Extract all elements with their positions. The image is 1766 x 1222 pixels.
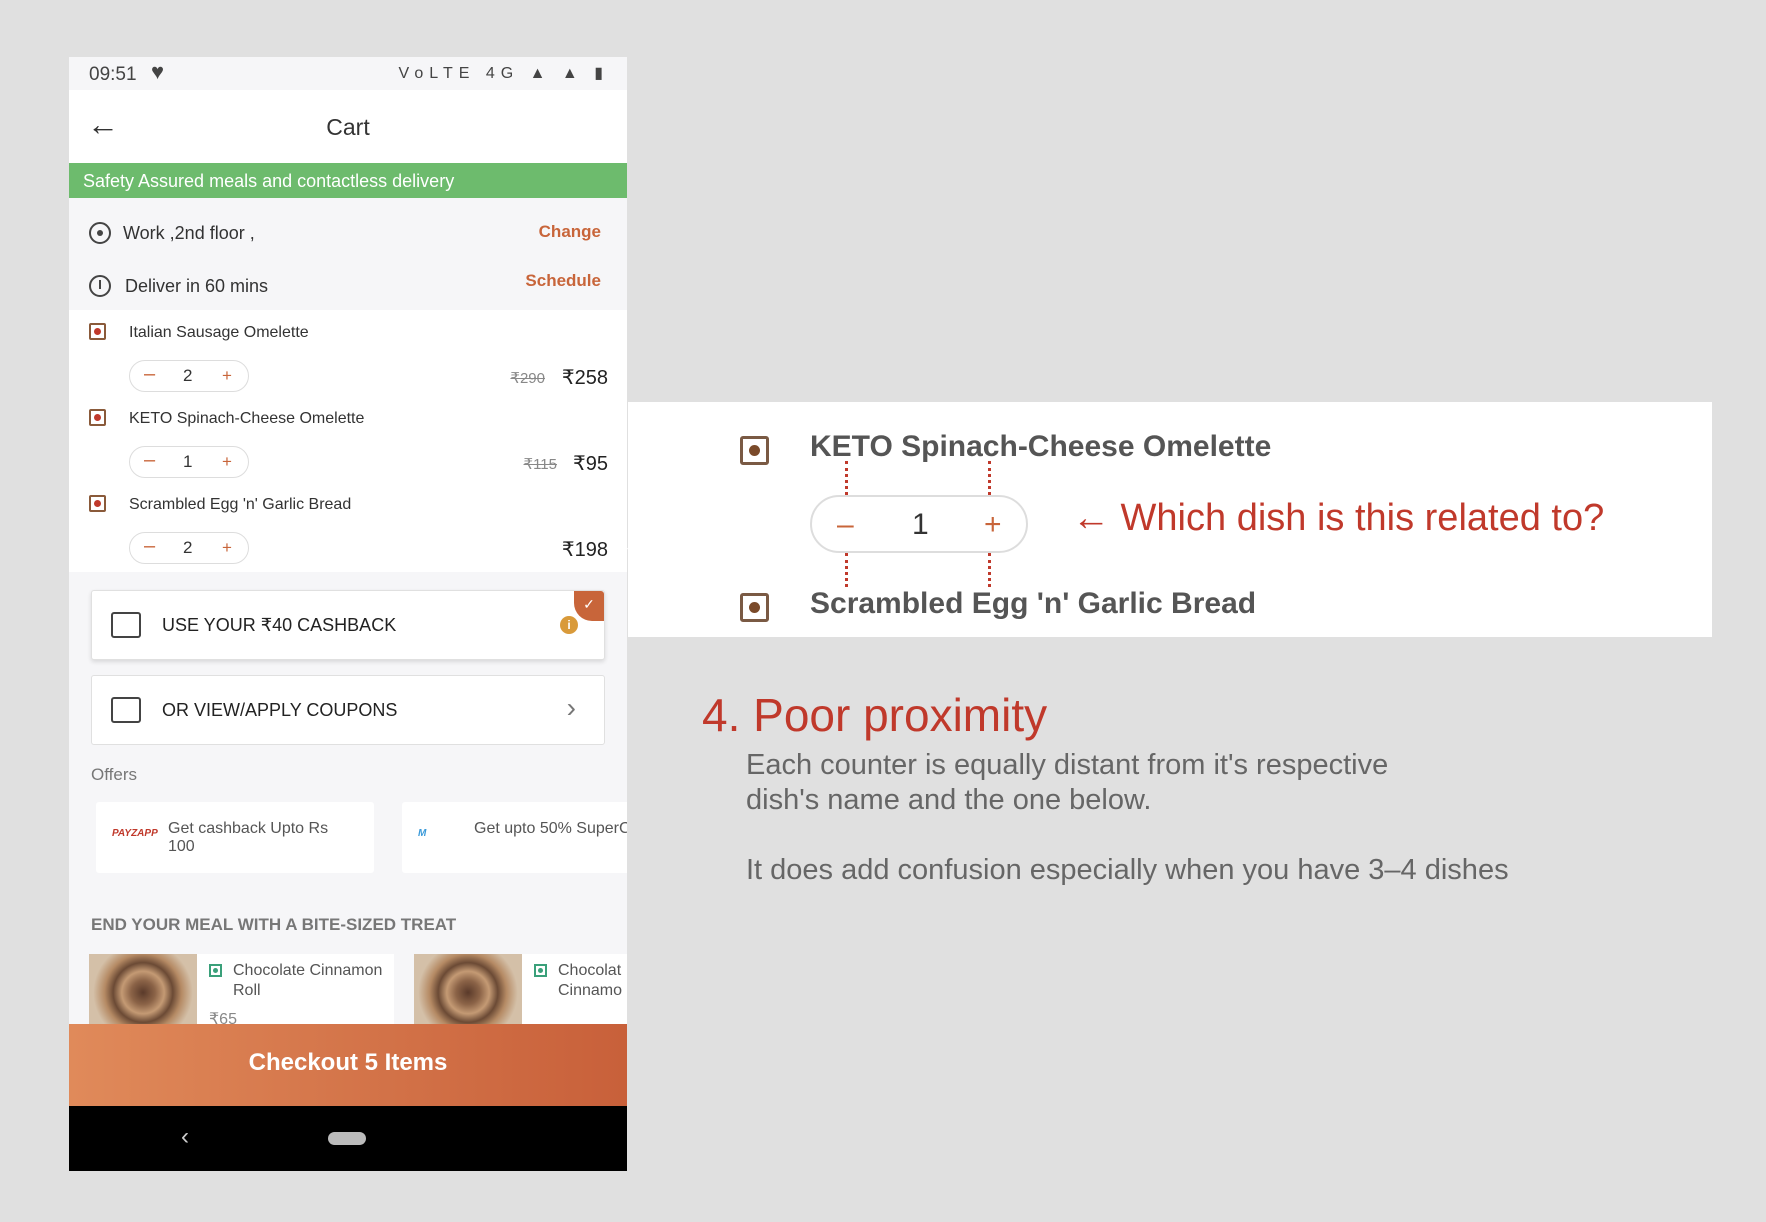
proximity-guide bbox=[988, 461, 991, 495]
non-veg-marker-icon bbox=[740, 593, 769, 622]
offer-card[interactable]: M Get upto 50% SuperCash bbox=[402, 802, 627, 873]
annotation-heading: 4. Poor proximity bbox=[702, 689, 1048, 741]
quantity-stepper: – 2 + bbox=[129, 532, 249, 564]
proximity-guide bbox=[845, 553, 848, 587]
cart-items: Italian Sausage Omelette – 2 + ₹290 ₹258… bbox=[69, 310, 627, 572]
address-row: Work ,2nd floor , Change bbox=[89, 220, 601, 250]
payzapp-logo: PAYZAPP bbox=[112, 828, 158, 839]
item-name: Scrambled Egg 'n' Garlic Bread bbox=[129, 496, 352, 513]
item-name: KETO Spinach-Cheese Omelette bbox=[129, 410, 365, 427]
item-name: Italian Sausage Omelette bbox=[129, 324, 309, 341]
item-price: ₹258 bbox=[561, 367, 608, 389]
offers-heading: Offers bbox=[91, 765, 137, 784]
phone-screen: 09:51 ♥ VoLTE 4G ▲ ▲ ▮ ← Cart Safety Ass… bbox=[69, 57, 627, 1171]
info-icon[interactable]: i bbox=[560, 616, 578, 634]
increment-button[interactable]: + bbox=[222, 452, 232, 472]
status-time: 09:51 bbox=[89, 64, 137, 85]
veg-marker-icon bbox=[534, 964, 547, 977]
zoom-decrement: – bbox=[837, 508, 854, 541]
annotation-line: dish's name and the one below. bbox=[746, 784, 1152, 816]
quantity-value: 1 bbox=[183, 452, 193, 471]
zoom-item-below: Scrambled Egg 'n' Garlic Bread bbox=[810, 587, 1257, 620]
status-icons: VoLTE 4G ▲ ▲ ▮ bbox=[398, 65, 609, 82]
safety-banner: Safety Assured meals and contactless del… bbox=[69, 163, 627, 198]
non-veg-marker-icon bbox=[89, 323, 106, 340]
app-bar: ← Cart bbox=[69, 90, 627, 167]
increment-button[interactable]: + bbox=[222, 366, 232, 386]
treat-card[interactable]: Chocolate Cinnamon Roll ₹65 bbox=[89, 954, 394, 1028]
coupon-icon bbox=[111, 697, 141, 723]
delivery-time-row: Deliver in 60 mins Schedule bbox=[89, 271, 601, 303]
checkout-button[interactable]: Checkout 5 Items bbox=[69, 1024, 627, 1106]
cart-item: Italian Sausage Omelette – 2 + ₹290 ₹258 bbox=[69, 310, 627, 396]
offer-text: Get cashback Upto Rs 100 bbox=[168, 820, 329, 855]
treats-heading: END YOUR MEAL WITH A BITE-SIZED TREAT bbox=[91, 915, 457, 934]
quantity-value: 2 bbox=[183, 366, 193, 385]
quantity-value: 2 bbox=[183, 538, 193, 557]
page-title: Cart bbox=[326, 114, 370, 140]
check-icon: ✓ bbox=[574, 591, 604, 621]
clock-icon bbox=[89, 275, 111, 297]
proximity-guide bbox=[845, 461, 848, 495]
treat-name: Chocolat Cinnamo bbox=[558, 962, 623, 999]
heart-icon: ♥ bbox=[151, 59, 165, 84]
decrement-button[interactable]: – bbox=[144, 535, 155, 558]
coupons-card[interactable]: OR VIEW/APPLY COUPONS › bbox=[91, 675, 605, 745]
cart-item: Scrambled Egg 'n' Garlic Bread – 2 + ₹19… bbox=[69, 482, 627, 568]
supercash-logo-icon: M bbox=[418, 828, 427, 839]
chevron-right-icon: › bbox=[566, 692, 576, 723]
cart-item: KETO Spinach-Cheese Omelette – 1 + ₹115 … bbox=[69, 396, 627, 482]
proximity-guide bbox=[988, 553, 991, 587]
annotation-line: It does add confusion especially when yo… bbox=[746, 854, 1509, 886]
status-bar: 09:51 ♥ VoLTE 4G ▲ ▲ ▮ bbox=[69, 57, 627, 90]
decrement-button[interactable]: – bbox=[144, 363, 155, 386]
quantity-stepper: – 2 + bbox=[129, 360, 249, 392]
cashback-card[interactable]: USE YOUR ₹40 CASHBACK i ✓ bbox=[91, 590, 605, 660]
coupons-label: OR VIEW/APPLY COUPONS bbox=[162, 700, 398, 720]
cinnamon-roll-image bbox=[89, 954, 197, 1024]
treat-card[interactable]: Chocolat Cinnamo bbox=[414, 954, 627, 1024]
schedule-button[interactable]: Schedule bbox=[525, 271, 601, 291]
offer-text: Get upto 50% SuperCash bbox=[474, 820, 627, 837]
system-nav-bar: ‹ bbox=[69, 1106, 627, 1171]
cashback-label: USE YOUR ₹40 CASHBACK bbox=[162, 615, 397, 635]
offer-card[interactable]: PAYZAPP Get cashback Upto Rs 100 bbox=[96, 802, 374, 873]
location-pin-icon bbox=[89, 222, 111, 244]
zoom-quantity-stepper: – 1 + bbox=[810, 495, 1028, 553]
decrement-button[interactable]: – bbox=[144, 449, 155, 472]
annotation-question: ← Which dish is this related to? bbox=[1072, 497, 1605, 539]
item-price: ₹198 bbox=[561, 539, 608, 561]
wallet-icon bbox=[111, 612, 141, 638]
cinnamon-roll-image bbox=[414, 954, 522, 1024]
original-price: ₹290 bbox=[510, 370, 545, 387]
treat-name: Chocolate Cinnamon Roll bbox=[233, 962, 383, 999]
zoom-increment: + bbox=[984, 508, 1002, 541]
non-veg-marker-icon bbox=[89, 495, 106, 512]
non-veg-marker-icon bbox=[740, 436, 769, 465]
delivery-info: Work ,2nd floor , Change Deliver in 60 m… bbox=[69, 198, 627, 310]
veg-marker-icon bbox=[209, 964, 222, 977]
nav-back-icon[interactable]: ‹ bbox=[181, 1123, 189, 1151]
original-price: ₹115 bbox=[523, 456, 557, 473]
delivery-time-label: Deliver in 60 mins bbox=[125, 276, 269, 296]
item-price: ₹95 bbox=[573, 453, 608, 475]
increment-button[interactable]: + bbox=[222, 538, 232, 558]
change-address-button[interactable]: Change bbox=[539, 222, 601, 242]
zoom-quantity: 1 bbox=[912, 508, 929, 541]
address-label: Work ,2nd floor , bbox=[123, 223, 255, 243]
annotation-line: Each counter is equally distant from it'… bbox=[746, 749, 1389, 781]
nav-home-icon[interactable] bbox=[328, 1132, 366, 1145]
quantity-stepper: – 1 + bbox=[129, 446, 249, 478]
zoom-item-above: KETO Spinach-Cheese Omelette bbox=[810, 430, 1272, 463]
non-veg-marker-icon bbox=[89, 409, 106, 426]
